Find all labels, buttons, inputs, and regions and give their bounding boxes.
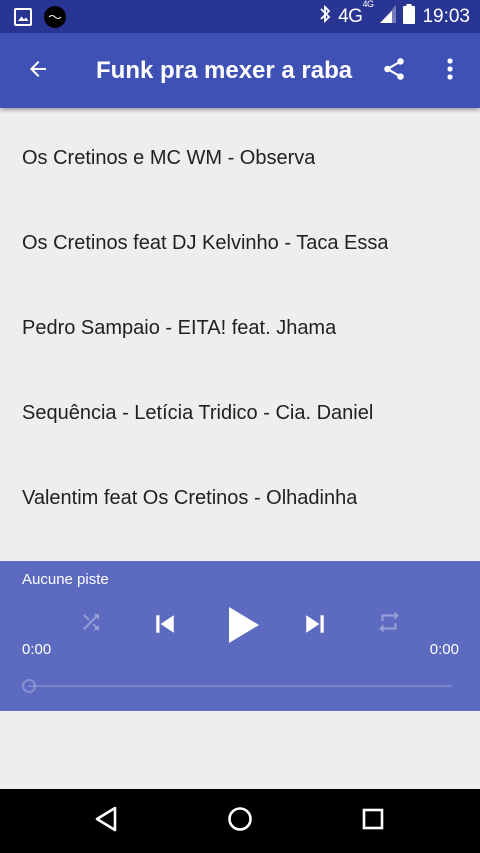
bluetooth-icon — [319, 4, 331, 30]
signal-icon — [380, 4, 397, 29]
play-icon — [225, 605, 261, 650]
back-button[interactable] — [20, 53, 56, 89]
repeat-button[interactable] — [374, 609, 404, 639]
system-navigation-bar — [0, 789, 480, 853]
app-notification-icon — [44, 6, 66, 33]
shuffle-button[interactable] — [76, 609, 106, 639]
clock: 19:03 — [422, 5, 470, 27]
status-bar-notifications — [14, 6, 66, 33]
previous-button[interactable] — [148, 609, 182, 643]
more-options-button[interactable] — [434, 53, 466, 89]
now-playing-label: Aucune piste — [22, 571, 109, 588]
repeat-icon — [376, 609, 402, 640]
play-button[interactable] — [220, 604, 266, 650]
track-title: Valentim feat Os Cretinos - Olhadinha — [22, 487, 358, 509]
share-button[interactable] — [376, 53, 412, 89]
track-title: Os Cretinos feat DJ Kelvinho - Taca Essa — [22, 232, 389, 254]
duration-time: 0:00 — [429, 641, 459, 658]
gallery-icon — [14, 8, 32, 31]
track-item[interactable]: Sequência - Letícia Tridico - Cia. Danie… — [0, 371, 480, 456]
seek-bar[interactable] — [22, 679, 452, 693]
track-title: Sequência - Letícia Tridico - Cia. Danie… — [22, 402, 374, 424]
track-item[interactable]: Os Cretinos e MC WM - Observa — [0, 116, 480, 201]
nav-back-icon — [93, 805, 119, 838]
media-player: Aucune piste 0:00 0:00 — [0, 561, 480, 711]
status-bar: 4G4G 19:03 — [0, 0, 480, 33]
network-label: 4G — [338, 5, 363, 27]
share-icon — [381, 56, 407, 87]
next-button[interactable] — [298, 609, 332, 643]
track-item[interactable]: Pedro Sampaio - EITA! feat. Jhama — [0, 286, 480, 371]
track-item[interactable]: Os Cretinos feat DJ Kelvinho - Taca Essa — [0, 201, 480, 286]
seek-thumb[interactable] — [22, 679, 36, 693]
nav-back-button[interactable] — [88, 803, 124, 839]
status-bar-system: 4G4G 19:03 — [319, 0, 470, 33]
network-badge: 4G — [362, 0, 374, 10]
track-list: Os Cretinos e MC WM - Observa Os Cretino… — [0, 108, 480, 561]
track-item[interactable]: Valentim feat Os Cretinos - Olhadinha — [0, 456, 480, 541]
seek-track — [28, 685, 452, 687]
shuffle-icon — [79, 610, 103, 639]
nav-home-icon — [226, 805, 254, 838]
skip-next-icon — [300, 609, 330, 644]
more-vert-icon — [447, 57, 453, 86]
track-title: Os Cretinos e MC WM - Observa — [22, 147, 316, 169]
battery-icon — [403, 3, 416, 30]
app-bar: Funk pra mexer a raba — [0, 33, 480, 108]
skip-previous-icon — [150, 609, 180, 644]
arrow-back-icon — [26, 57, 50, 86]
elapsed-time: 0:00 — [22, 641, 52, 658]
page-title: Funk pra mexer a raba — [96, 57, 353, 84]
nav-recents-icon — [361, 807, 385, 836]
network-type: 4G4G — [338, 0, 374, 28]
nav-recents-button[interactable] — [355, 803, 391, 839]
track-title: Pedro Sampaio - EITA! feat. Jhama — [22, 317, 337, 339]
nav-home-button[interactable] — [222, 803, 258, 839]
